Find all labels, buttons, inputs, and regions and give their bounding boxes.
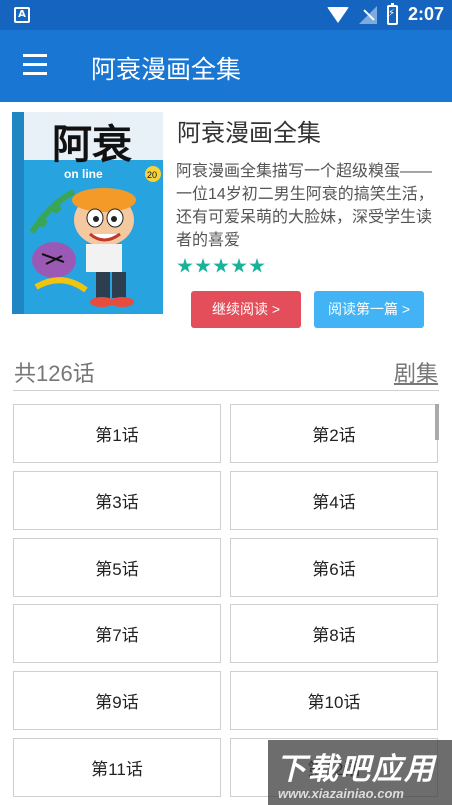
- chapter-item-8[interactable]: 第8话: [230, 604, 438, 663]
- chapter-item-5[interactable]: 第5话: [13, 538, 221, 597]
- chapter-item-3[interactable]: 第3话: [13, 471, 221, 530]
- cover-subtitle-text: on line: [64, 167, 103, 181]
- wifi-icon: [326, 6, 349, 23]
- chapter-item-6[interactable]: 第6话: [230, 538, 438, 597]
- star-icon: [249, 258, 265, 273]
- book-description: 阿衰漫画全集描写一个超级糗蛋——一位14岁初二男生阿衰的搞笑生活，还有可爱呆萌的…: [176, 163, 434, 249]
- star-icon: [213, 258, 229, 273]
- chapter-item-4[interactable]: 第4话: [230, 471, 438, 530]
- notification-icon: A: [14, 7, 30, 23]
- chapter-count: 共126话: [14, 361, 95, 386]
- star-icon: [177, 258, 193, 273]
- rating-stars: [177, 258, 265, 274]
- continue-reading-button[interactable]: 继续阅读 >: [191, 291, 301, 328]
- book-title: 阿衰漫画全集: [177, 120, 321, 147]
- book-cover[interactable]: 阿衰 on line 20: [12, 112, 163, 314]
- chapter-item-11[interactable]: 第11话: [13, 738, 221, 797]
- page-title: 阿衰漫画全集: [91, 56, 242, 84]
- app-bar: 阿衰漫画全集: [0, 30, 452, 102]
- chapter-item-10[interactable]: 第10话: [230, 671, 438, 730]
- read-first-chapter-button[interactable]: 阅读第一篇 >: [314, 291, 424, 328]
- status-time: 2:07: [407, 4, 444, 24]
- series-link[interactable]: 剧集: [394, 356, 438, 388]
- battery-charging-icon: [386, 2, 398, 25]
- menu-icon[interactable]: [23, 54, 47, 76]
- divider: [13, 390, 439, 391]
- cover-volume-badge: 20: [147, 170, 157, 180]
- watermark-url: www.xiazainiao.com: [278, 786, 404, 801]
- cover-title-text: 阿衰: [52, 122, 132, 168]
- watermark: 下载吧应用 www.xiazainiao.com: [268, 740, 452, 805]
- chapter-item-7[interactable]: 第7话: [13, 604, 221, 663]
- star-icon: [195, 258, 211, 273]
- status-bar: A 2:07: [0, 0, 452, 30]
- chapter-item-1[interactable]: 第1话: [13, 404, 221, 463]
- star-icon: [231, 258, 247, 273]
- watermark-text: 下载吧应用: [276, 752, 436, 787]
- chapter-item-9[interactable]: 第9话: [13, 671, 221, 730]
- chapter-item-2[interactable]: 第2话: [230, 404, 438, 463]
- scrollbar[interactable]: [435, 404, 439, 440]
- no-signal-icon: [358, 5, 377, 24]
